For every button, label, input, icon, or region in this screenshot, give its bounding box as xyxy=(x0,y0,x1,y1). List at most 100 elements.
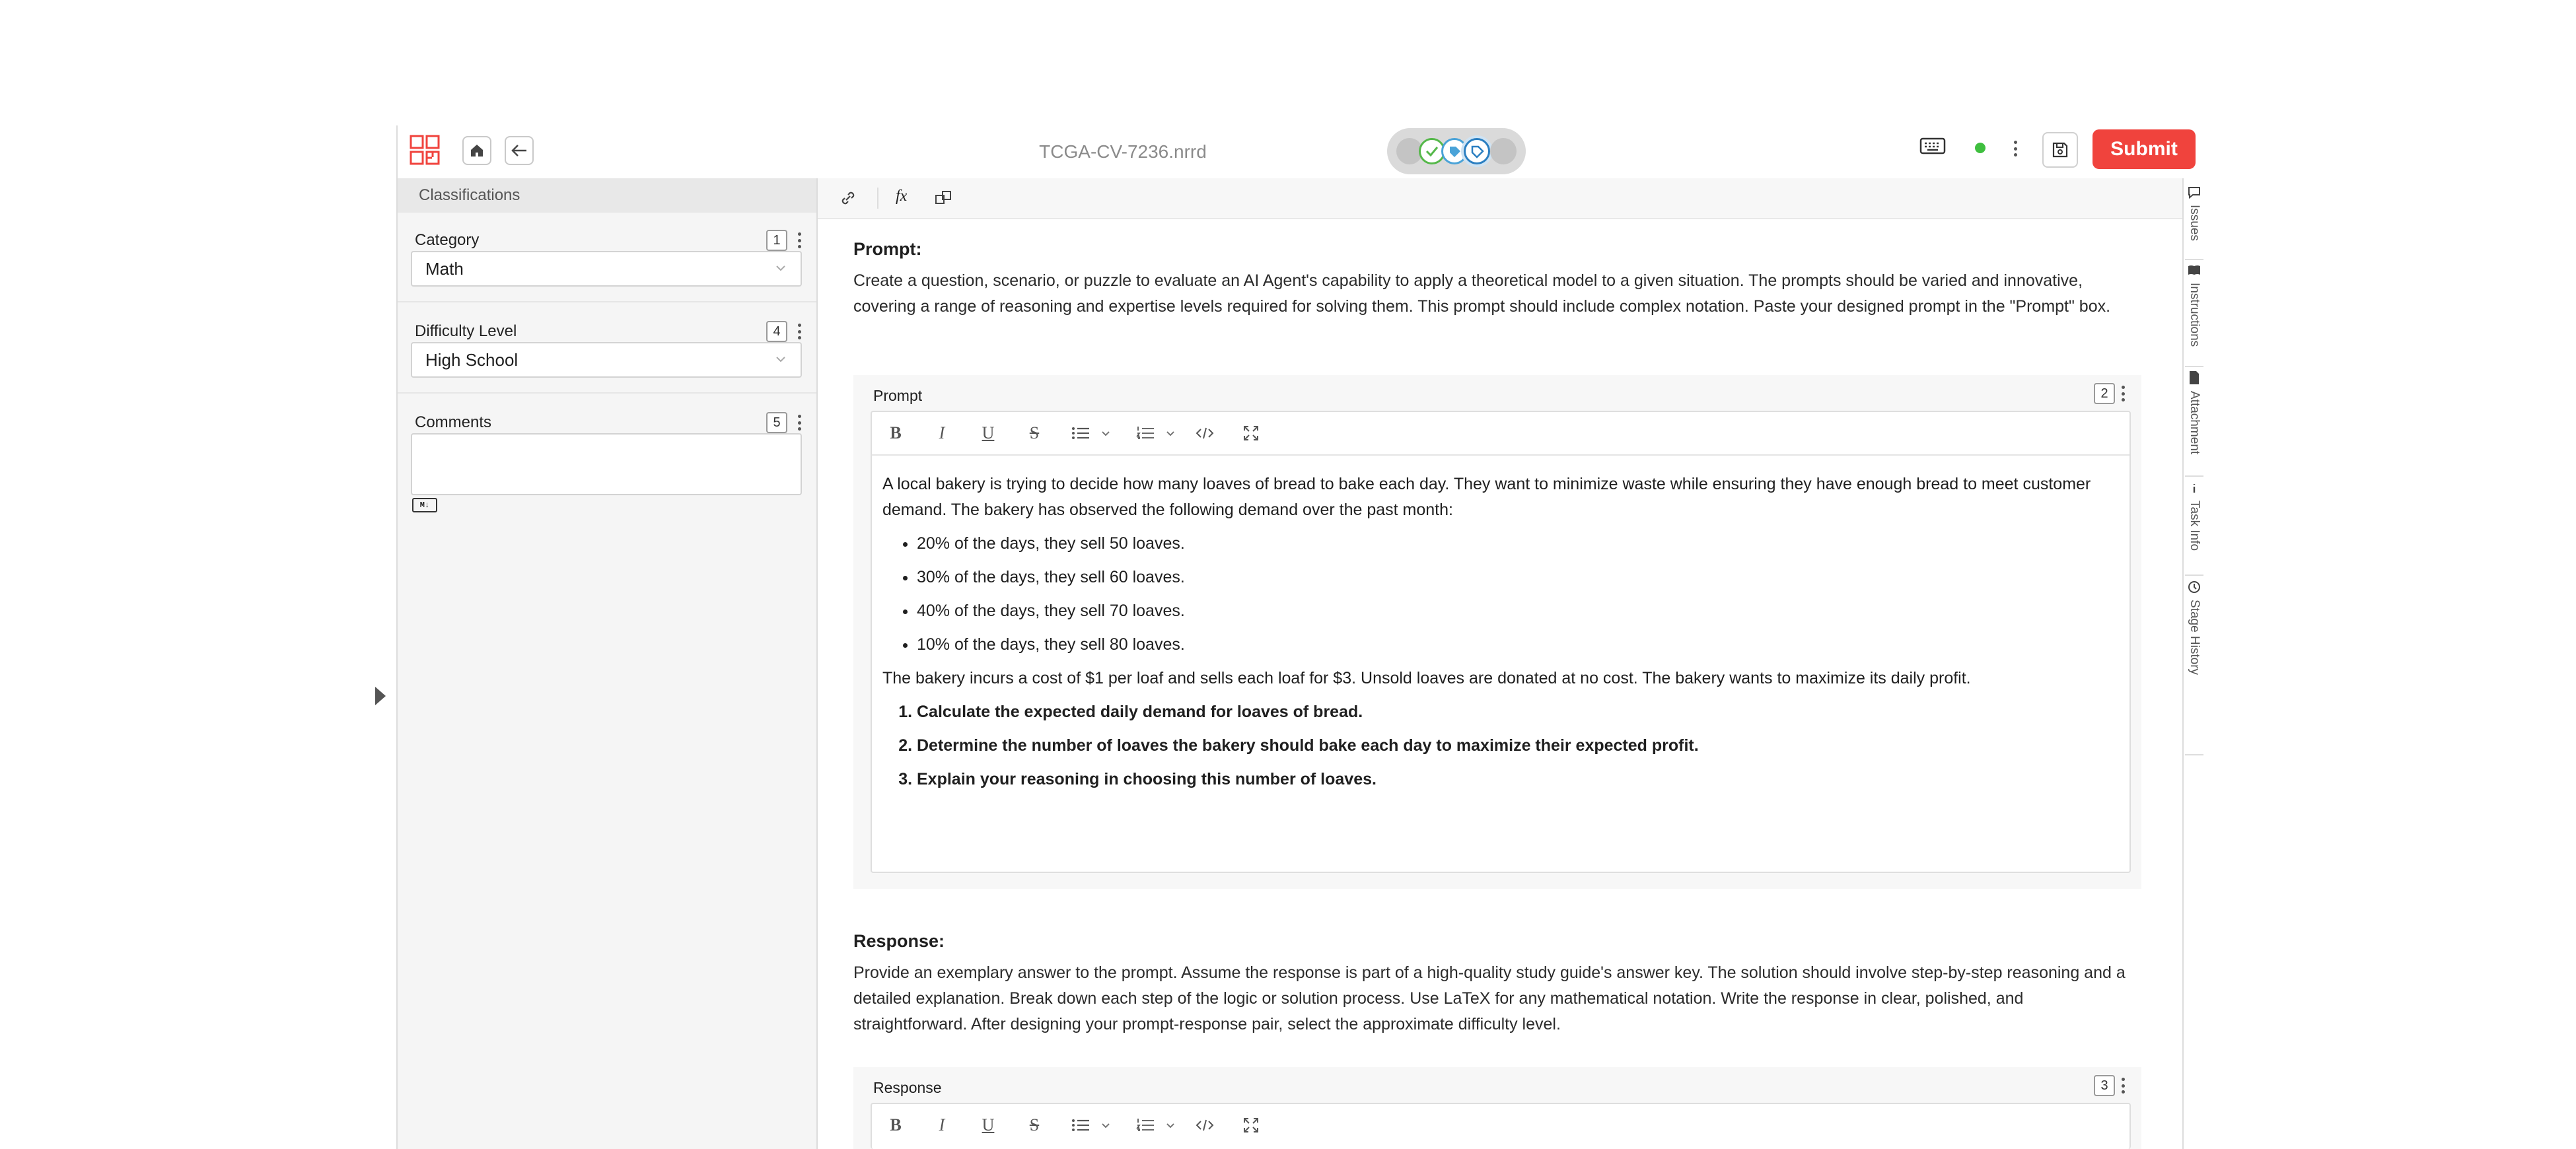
tab-label: Task Info xyxy=(2188,501,2201,551)
response-editor-toolbar: B I U S xyxy=(872,1104,2129,1146)
rail-separator xyxy=(2185,574,2203,576)
status-dot xyxy=(1975,143,1986,153)
chevron-down-icon xyxy=(776,357,785,363)
list-item: Explain your reasoning in choosing this … xyxy=(917,767,2118,792)
list-item: 20% of the days, they sell 50 loaves. xyxy=(917,531,2118,557)
tab-issues[interactable]: Issues xyxy=(2182,185,2206,241)
prompt-card: Prompt 2 B I U S A local bakery is tryin… xyxy=(853,375,2141,889)
response-editor[interactable]: B I U S xyxy=(871,1103,2131,1149)
stage-tag-icon-current[interactable] xyxy=(1464,138,1490,164)
questions-list: Calculate the expected daily demand for … xyxy=(882,699,2118,792)
list-item: Determine the number of loaves the baker… xyxy=(917,733,2118,759)
bullet-list-icon[interactable] xyxy=(1067,1112,1094,1138)
prompt-editor-content: A local bakery is trying to decide how m… xyxy=(882,471,2118,800)
tab-stage-history[interactable]: Stage History xyxy=(2182,580,2206,675)
history-icon xyxy=(2188,581,2200,593)
strikethrough-icon[interactable]: S xyxy=(1021,420,1048,446)
tab-attachment[interactable]: Attachment xyxy=(2182,370,2206,454)
category-select[interactable]: Math xyxy=(411,251,802,287)
category-label: Category xyxy=(415,231,480,249)
main-content: fx Prompt: Create a question, scenario, … xyxy=(818,178,2182,1149)
prompt-card-title: Prompt xyxy=(873,387,923,404)
file-title: TCGA-CV-7236.nrrd xyxy=(1039,141,1207,162)
list-item: 40% of the days, they sell 70 loaves. xyxy=(917,598,2118,624)
classifications-panel: Classifications Category 1 Math Difficul… xyxy=(396,178,816,1149)
response-card-title: Response xyxy=(873,1079,942,1096)
back-button[interactable] xyxy=(505,136,534,165)
underline-icon[interactable]: U xyxy=(975,420,1001,446)
category-menu-icon[interactable] xyxy=(795,230,803,250)
difficulty-select[interactable]: High School xyxy=(411,342,802,378)
underline-icon[interactable]: U xyxy=(975,1112,1001,1138)
divider xyxy=(396,301,816,302)
classifications-header: Classifications xyxy=(396,178,816,213)
chevron-down-icon[interactable] xyxy=(1099,1112,1112,1138)
rail-separator xyxy=(2185,475,2203,477)
numbered-list-icon[interactable] xyxy=(1132,1112,1159,1138)
difficulty-menu-icon[interactable] xyxy=(795,322,803,341)
prompt-instructions: Create a question, scenario, or puzzle t… xyxy=(853,271,2111,316)
top-header: TCGA-CV-7236.nrrd Submit xyxy=(396,125,2206,178)
bold-icon[interactable]: B xyxy=(882,1112,909,1138)
markdown-icon[interactable]: M↓ xyxy=(412,498,437,512)
home-icon xyxy=(471,145,483,157)
app-window: TCGA-CV-7236.nrrd Submit Classifications xyxy=(396,125,2206,1149)
difficulty-label: Difficulty Level xyxy=(415,322,517,340)
bold-icon[interactable]: B xyxy=(882,420,909,446)
chevron-down-icon[interactable] xyxy=(1099,420,1112,446)
main-toolbar: fx xyxy=(818,178,2182,219)
keyboard-icon[interactable] xyxy=(1919,136,1946,159)
stage-icon-5[interactable] xyxy=(1490,138,1517,164)
prompt-menu-icon[interactable] xyxy=(2119,384,2127,403)
list-item: Calculate the expected daily demand for … xyxy=(917,699,2118,725)
response-menu-icon[interactable] xyxy=(2119,1076,2127,1096)
cost-text: The bakery incurs a cost of $1 per loaf … xyxy=(882,669,1971,687)
italic-icon[interactable]: I xyxy=(929,1112,955,1138)
save-button[interactable] xyxy=(2042,132,2078,168)
tab-label: Instructions xyxy=(2188,283,2201,347)
app-logo-icon[interactable] xyxy=(410,135,440,165)
prompt-badge: 2 xyxy=(2094,383,2115,404)
rail-separator xyxy=(2185,754,2203,755)
submit-button[interactable]: Submit xyxy=(2093,129,2196,169)
link-icon[interactable] xyxy=(839,189,857,211)
formula-icon[interactable]: fx xyxy=(896,188,907,205)
italic-icon[interactable]: I xyxy=(929,420,955,446)
stage-progress xyxy=(1387,128,1526,174)
code-icon[interactable] xyxy=(1192,420,1218,446)
book-icon xyxy=(2188,265,2200,275)
tab-label: Stage History xyxy=(2188,600,2201,676)
difficulty-value: High School xyxy=(425,350,519,370)
prompt-editor[interactable]: B I U S A local bakery is trying to deci… xyxy=(871,411,2131,873)
numbered-list-icon[interactable] xyxy=(1132,420,1159,446)
collapse-panel-icon[interactable] xyxy=(375,687,386,705)
tab-task-info[interactable]: Task Info xyxy=(2182,481,2206,551)
home-button[interactable] xyxy=(462,136,491,165)
response-card: Response 3 B I U S xyxy=(853,1067,2141,1149)
chevron-down-icon[interactable] xyxy=(1164,420,1177,446)
comments-menu-icon[interactable] xyxy=(795,413,803,433)
response-badge: 3 xyxy=(2094,1075,2115,1096)
info-icon xyxy=(2193,484,2196,493)
list-item: 10% of the days, they sell 80 loaves. xyxy=(917,632,2118,658)
prompt-heading: Prompt: xyxy=(853,239,922,259)
response-instructions: Provide an exemplary answer to the promp… xyxy=(853,963,2126,1033)
tab-instructions[interactable]: Instructions xyxy=(2182,263,2206,347)
fullscreen-icon[interactable] xyxy=(1238,1112,1264,1138)
strikethrough-icon[interactable]: S xyxy=(1021,1112,1048,1138)
comments-input[interactable] xyxy=(411,433,802,495)
demand-list: 20% of the days, they sell 50 loaves. 30… xyxy=(882,531,2118,658)
list-item: 30% of the days, they sell 60 loaves. xyxy=(917,565,2118,590)
variable-icon[interactable] xyxy=(934,189,954,211)
code-icon[interactable] xyxy=(1192,1112,1218,1138)
arrow-left-icon xyxy=(511,145,526,157)
save-icon xyxy=(2052,142,2068,158)
chat-icon xyxy=(2188,187,2200,199)
right-rail: Issues Instructions Attachment Task Info… xyxy=(2182,178,2206,755)
response-heading: Response: xyxy=(853,931,945,951)
more-options-icon[interactable] xyxy=(2011,139,2019,158)
fullscreen-icon[interactable] xyxy=(1238,420,1264,446)
rail-separator xyxy=(2185,259,2203,260)
chevron-down-icon[interactable] xyxy=(1164,1112,1177,1138)
bullet-list-icon[interactable] xyxy=(1067,420,1094,446)
